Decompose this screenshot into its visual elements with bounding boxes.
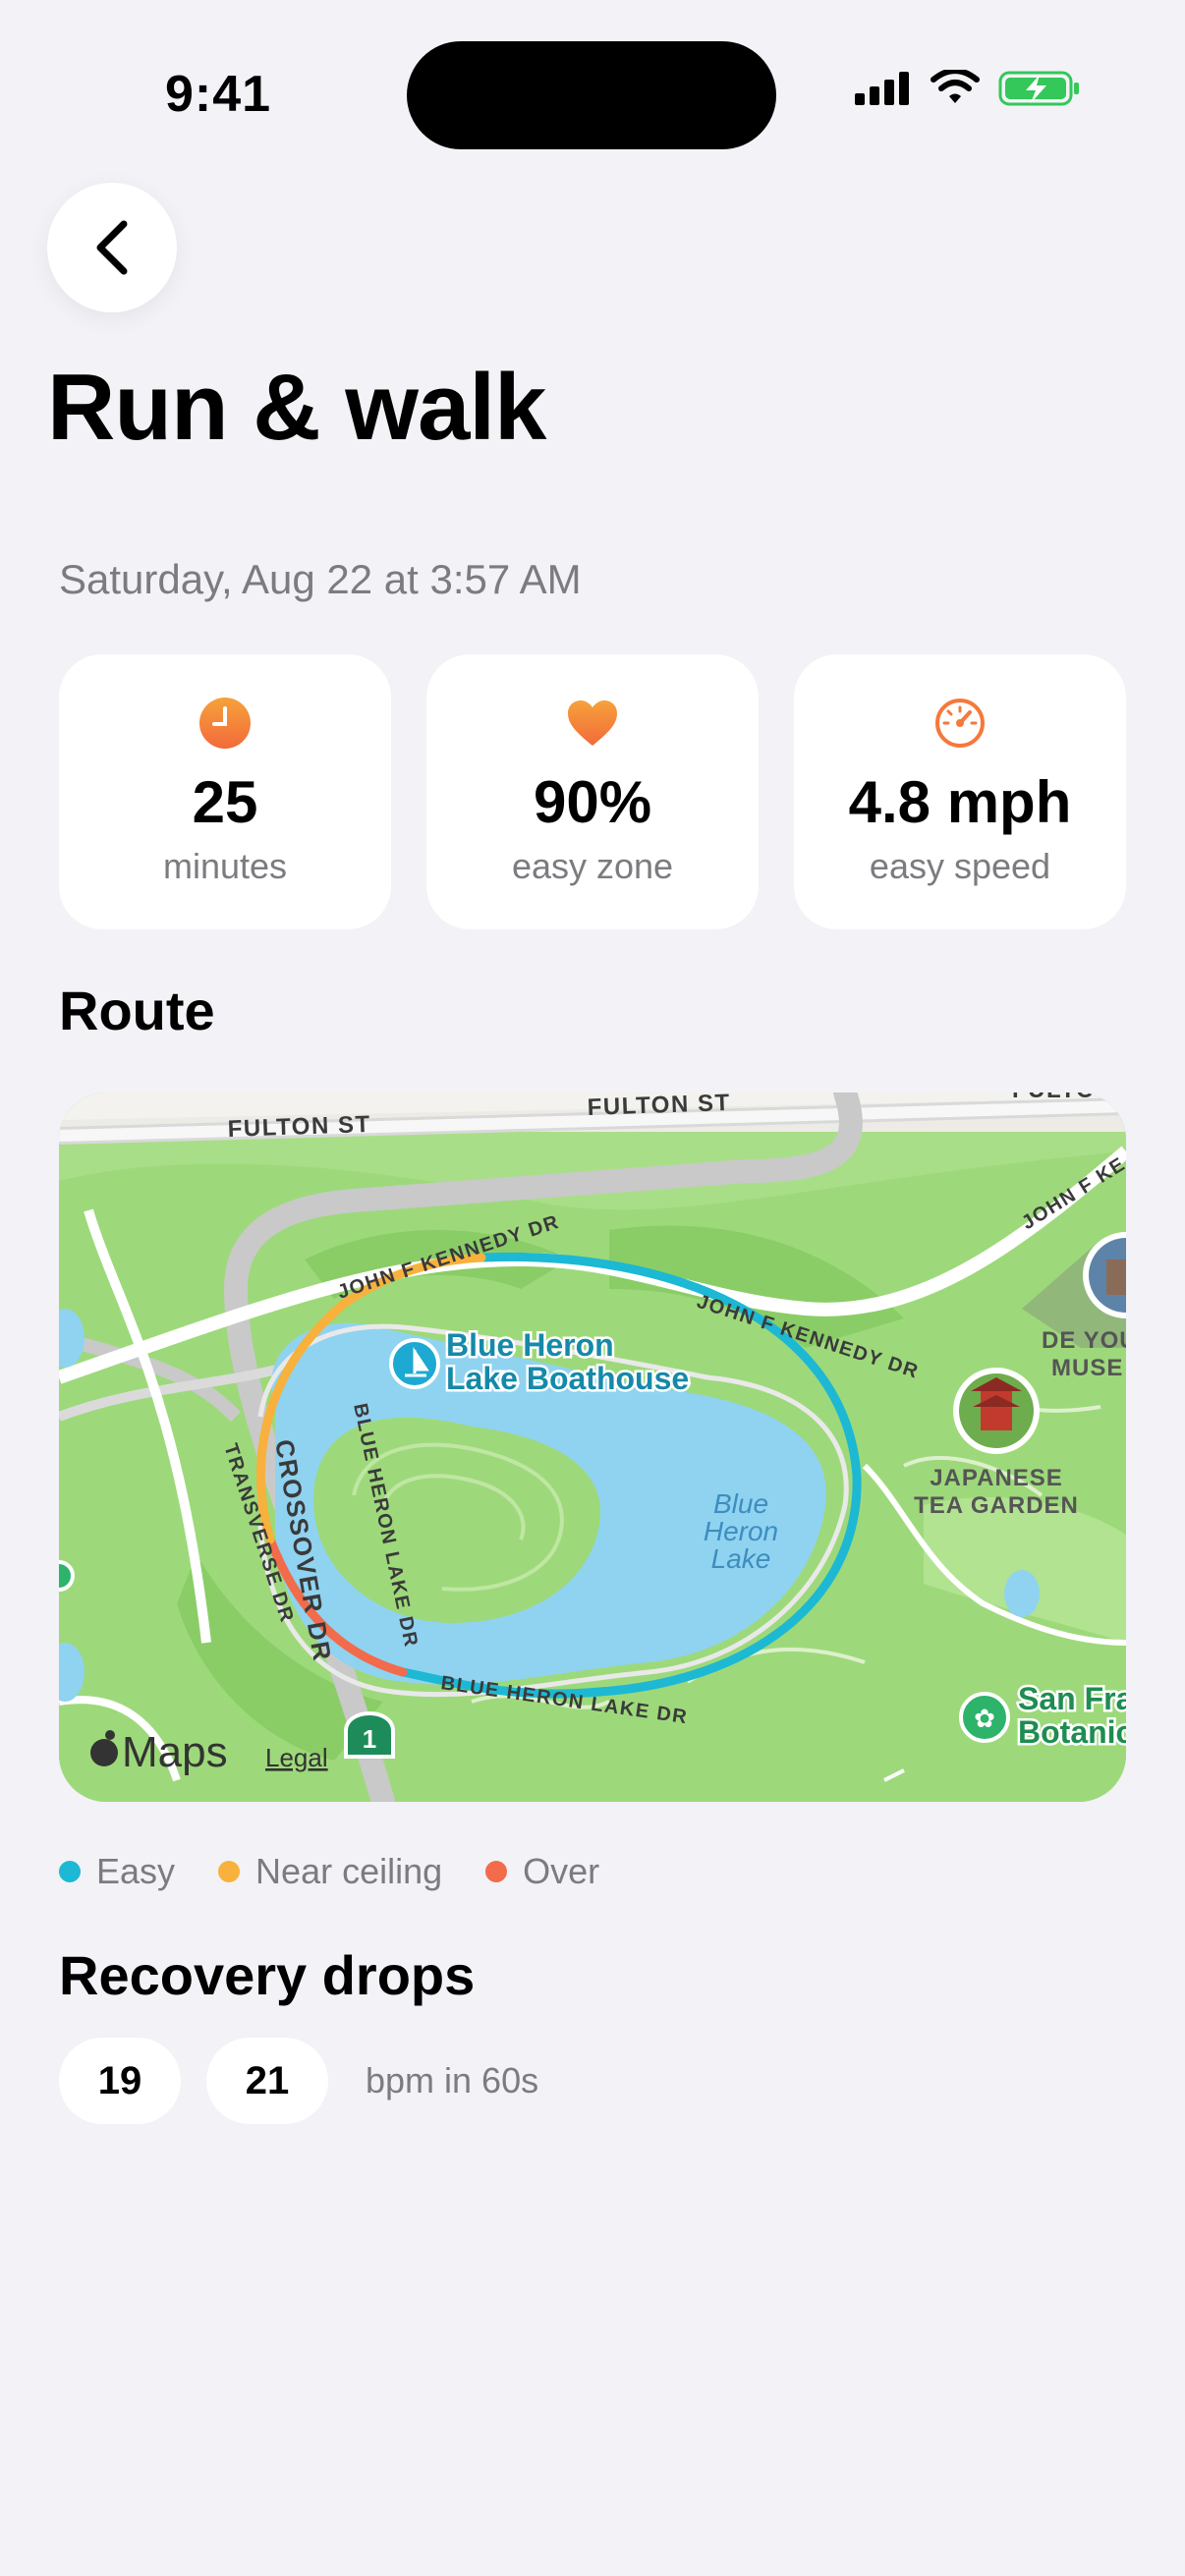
legal-link[interactable]: Legal xyxy=(265,1743,328,1772)
workout-date: Saturday, Aug 22 at 3:57 AM xyxy=(59,556,582,602)
map-label-fulton-3: FULTO xyxy=(1012,1092,1096,1103)
flower-icon: ✿ xyxy=(974,1704,995,1733)
map-label-fulton-2: FULTON ST xyxy=(587,1092,731,1121)
poi-label: JAPANESE xyxy=(930,1465,1063,1491)
legend-item-easy: Easy xyxy=(59,1851,175,1892)
stat-label: easy speed xyxy=(869,846,1051,886)
route-legend: Easy Near ceiling Over xyxy=(59,1851,599,1892)
legend-label: Over xyxy=(523,1851,600,1891)
stats-row: 25 minutes 90% easy zone 4.8 mph easy sp… xyxy=(59,654,1126,929)
lake-label: Blue xyxy=(713,1488,768,1519)
maps-wordmark: Maps xyxy=(122,1728,228,1776)
poi-label: DE YOU xyxy=(1042,1327,1126,1354)
legend-item-near-ceiling: Near ceiling xyxy=(218,1851,442,1892)
poi-label: Blue Heron xyxy=(446,1327,614,1363)
stat-value: 4.8 mph xyxy=(848,769,1072,835)
museum-icon xyxy=(1106,1260,1126,1295)
poi-label: MUSE xyxy=(1051,1355,1123,1381)
stat-card-speed: 4.8 mph easy speed xyxy=(794,654,1126,929)
recovery-unit: bpm in 60s xyxy=(366,2060,539,2100)
legend-label: Easy xyxy=(96,1851,176,1891)
recovery-title: Recovery drops xyxy=(59,1944,476,2006)
status-bar: 9:41 xyxy=(0,0,1185,149)
legend-dot xyxy=(218,1861,241,1882)
battery-charging-icon xyxy=(998,71,1079,106)
page-title: Run & walk xyxy=(47,355,546,460)
route-title: Route xyxy=(59,980,215,1041)
legend-dot xyxy=(485,1861,508,1882)
clock-icon xyxy=(198,696,252,751)
status-icons xyxy=(855,69,1081,108)
legend-dot xyxy=(59,1861,81,1882)
recovery-drops: 19 21 bpm in 60s xyxy=(59,2038,538,2124)
route-map[interactable]: FULTON ST FULTON ST FULTO JOHN F KENNEDY… xyxy=(59,1092,1126,1802)
heart-icon xyxy=(566,696,619,751)
stat-card-duration: 25 minutes xyxy=(59,654,391,929)
stat-value: 90% xyxy=(533,769,652,835)
cellular-signal-icon xyxy=(855,72,909,105)
poi-label: Botanic xyxy=(1018,1714,1126,1750)
status-time: 9:41 xyxy=(165,66,272,123)
map-label-fulton-1: FULTON ST xyxy=(227,1111,371,1143)
lake-label: Heron xyxy=(704,1516,778,1546)
shield-number: 1 xyxy=(363,1724,376,1754)
wifi-icon xyxy=(931,70,980,103)
poi-label: San Fra xyxy=(1018,1681,1126,1716)
stat-label: easy zone xyxy=(511,846,674,886)
stat-label: minutes xyxy=(162,846,288,886)
recovery-value-pill: 19 xyxy=(59,2038,181,2124)
speedometer-icon xyxy=(933,696,987,751)
lake-label: Lake xyxy=(711,1543,771,1574)
poi-label: Lake Boathouse xyxy=(446,1361,689,1396)
legend-label: Near ceiling xyxy=(255,1851,443,1891)
recovery-value-pill: 21 xyxy=(206,2038,328,2124)
pagoda-icon xyxy=(981,1387,1012,1430)
legend-item-over: Over xyxy=(485,1851,599,1892)
back-button[interactable] xyxy=(47,183,177,312)
chevron-left-icon xyxy=(96,220,128,275)
highway-shield: 1 xyxy=(344,1711,395,1759)
dynamic-island xyxy=(407,41,776,149)
stat-value: 25 xyxy=(192,769,258,835)
stat-card-zone: 90% easy zone xyxy=(426,654,759,929)
poi-label: TEA GARDEN xyxy=(914,1492,1079,1519)
